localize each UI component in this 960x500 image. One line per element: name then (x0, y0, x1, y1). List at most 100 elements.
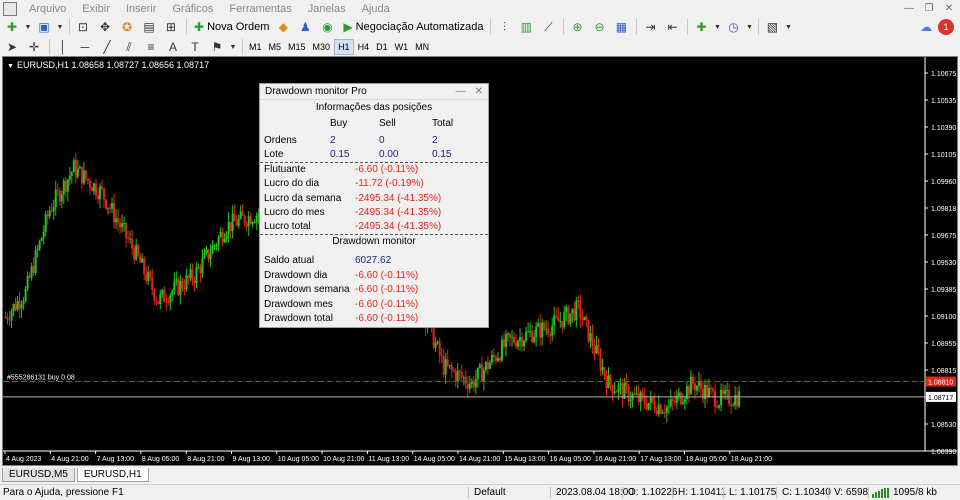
signals-icon[interactable]: ♟ (295, 18, 315, 36)
candle-body (593, 346, 596, 354)
strategy-tester-icon[interactable]: ⊞ (161, 18, 181, 36)
minimize-icon[interactable]: — (902, 2, 916, 16)
candle-body (203, 252, 206, 259)
tile-windows-icon[interactable]: ▦ (611, 18, 631, 36)
text-tool-icon[interactable]: A (163, 38, 183, 56)
auto-scroll-icon[interactable]: ⇥ (640, 18, 660, 36)
metaeditor-icon[interactable]: ◆ (273, 18, 293, 36)
candle-body (448, 365, 451, 367)
close-icon[interactable]: ✕ (475, 84, 483, 100)
menu-arquivo[interactable]: Arquivo (21, 0, 74, 18)
timeframe-m5[interactable]: M5 (266, 39, 285, 55)
profit-label: Lucro da semana (264, 192, 342, 204)
candle-body (673, 400, 676, 403)
candle-body (161, 289, 164, 295)
auto-trading-button[interactable]: ▶ Negociação Automatizada (339, 18, 487, 36)
time-tick-label: 18 Aug 05:00 (686, 456, 727, 463)
horizontal-line-icon[interactable]: ─ (75, 38, 95, 56)
menu-janelas[interactable]: Janelas (300, 0, 354, 18)
label-tool-icon[interactable]: T (185, 38, 205, 56)
account-icon[interactable]: ☁ (920, 20, 934, 34)
timeframe-m15[interactable]: M15 (285, 39, 309, 55)
tab-eurusd-m5[interactable]: EURUSD,M5 (2, 468, 75, 482)
candle-body (131, 238, 134, 249)
navigator-icon[interactable]: ✪ (117, 18, 137, 36)
candle-body (511, 336, 514, 338)
menu-ferramentas[interactable]: Ferramentas (221, 0, 299, 18)
candle-body (239, 211, 242, 219)
candle-body (221, 232, 224, 243)
collapse-triangle-icon[interactable]: ▼ (7, 63, 14, 70)
candle-body (543, 322, 546, 330)
order-price-tag-label: 1.08810 (928, 380, 953, 387)
new-chart-icon[interactable]: ✚ (2, 18, 22, 36)
dropdown-icon[interactable]: ▼ (784, 18, 792, 36)
indicators-icon[interactable]: ✚ (691, 18, 711, 36)
candle-body (671, 399, 674, 401)
close-icon[interactable]: ✕ (942, 2, 956, 16)
profiles-icon[interactable]: ▣ (34, 18, 54, 36)
menu-exibir[interactable]: Exibir (74, 0, 118, 18)
dropdown-icon[interactable]: ▼ (229, 38, 237, 56)
candle-body (555, 315, 558, 317)
candle-body (645, 404, 648, 410)
new-order-button[interactable]: ✚ Nova Ordem (190, 18, 273, 36)
timeframe-w1[interactable]: W1 (392, 39, 412, 55)
menu-inserir[interactable]: Inserir (118, 0, 165, 18)
dropdown-icon[interactable]: ▼ (56, 18, 64, 36)
app-icon[interactable] (3, 2, 17, 16)
candlestick-icon[interactable]: ▥ (516, 18, 536, 36)
trendline-icon[interactable]: ╱ (97, 38, 117, 56)
dropdown-icon[interactable]: ▼ (713, 18, 721, 36)
data-window-icon[interactable]: ✥ (95, 18, 115, 36)
candle-body (625, 382, 628, 387)
bar-chart-icon[interactable]: ⫶ (494, 18, 514, 36)
terminal-icon[interactable]: ▤ (139, 18, 159, 36)
candle-body (436, 341, 439, 344)
dropdown-icon[interactable]: ▼ (24, 18, 32, 36)
dropdown-icon[interactable]: ▼ (745, 18, 753, 36)
timeframe-d1[interactable]: D1 (373, 39, 391, 55)
timeframe-m1[interactable]: M1 (246, 39, 265, 55)
templates-icon[interactable]: ▧ (762, 18, 782, 36)
row-sell-value: 0 (379, 135, 385, 146)
minimize-icon[interactable]: — (456, 84, 466, 100)
candle-body (627, 386, 630, 402)
line-chart-icon[interactable]: ⟋ (538, 18, 558, 36)
positions-header: Informações das posições (315, 102, 433, 113)
zoom-out-icon[interactable]: ⊖ (589, 18, 609, 36)
panel-titlebar[interactable]: Drawdown monitor Pro — ✕ (260, 84, 488, 100)
menu-graficos[interactable]: Gráficos (164, 0, 221, 18)
candle-body (724, 390, 727, 395)
fibonacci-icon[interactable]: ≡ (141, 38, 161, 56)
candle-body (599, 353, 602, 371)
candle-body (722, 389, 725, 395)
candle-body (98, 186, 101, 200)
vertical-line-icon[interactable]: │ (53, 38, 73, 56)
notification-badge[interactable]: 1 (938, 19, 954, 35)
market-watch-icon[interactable]: ⊡ (73, 18, 93, 36)
timeframe-h1[interactable]: H1 (334, 39, 354, 55)
restore-icon[interactable]: ❐ (922, 2, 936, 16)
zoom-in-icon[interactable]: ⊕ (567, 18, 587, 36)
auto-trading-icon: ▶ (343, 20, 353, 34)
menu-ajuda[interactable]: Ajuda (354, 0, 398, 18)
candle-body (665, 407, 668, 414)
market-icon[interactable]: ◉ (317, 18, 337, 36)
candle-body (595, 345, 598, 354)
row-sell-value: 0.00 (379, 149, 399, 160)
cursor-icon[interactable]: ➤ (2, 38, 22, 56)
candle-body (153, 289, 156, 301)
timeframe-mn[interactable]: MN (412, 39, 432, 55)
channel-icon[interactable]: ⫽ (119, 38, 139, 56)
status-profile[interactable]: Default (474, 485, 506, 500)
periods-icon[interactable]: ◷ (723, 18, 743, 36)
timeframe-m30[interactable]: M30 (310, 39, 334, 55)
drawdown-monitor-panel[interactable]: Drawdown monitor Pro — ✕ Informações das… (259, 83, 489, 328)
shapes-icon[interactable]: ⚑ (207, 38, 227, 56)
tab-eurusd-h1[interactable]: EURUSD,H1 (76, 468, 149, 482)
timeframe-h4[interactable]: H4 (355, 39, 373, 55)
chart-shift-icon[interactable]: ⇤ (662, 18, 682, 36)
crosshair-icon[interactable]: ✛ (24, 38, 44, 56)
candle-body (111, 202, 114, 209)
